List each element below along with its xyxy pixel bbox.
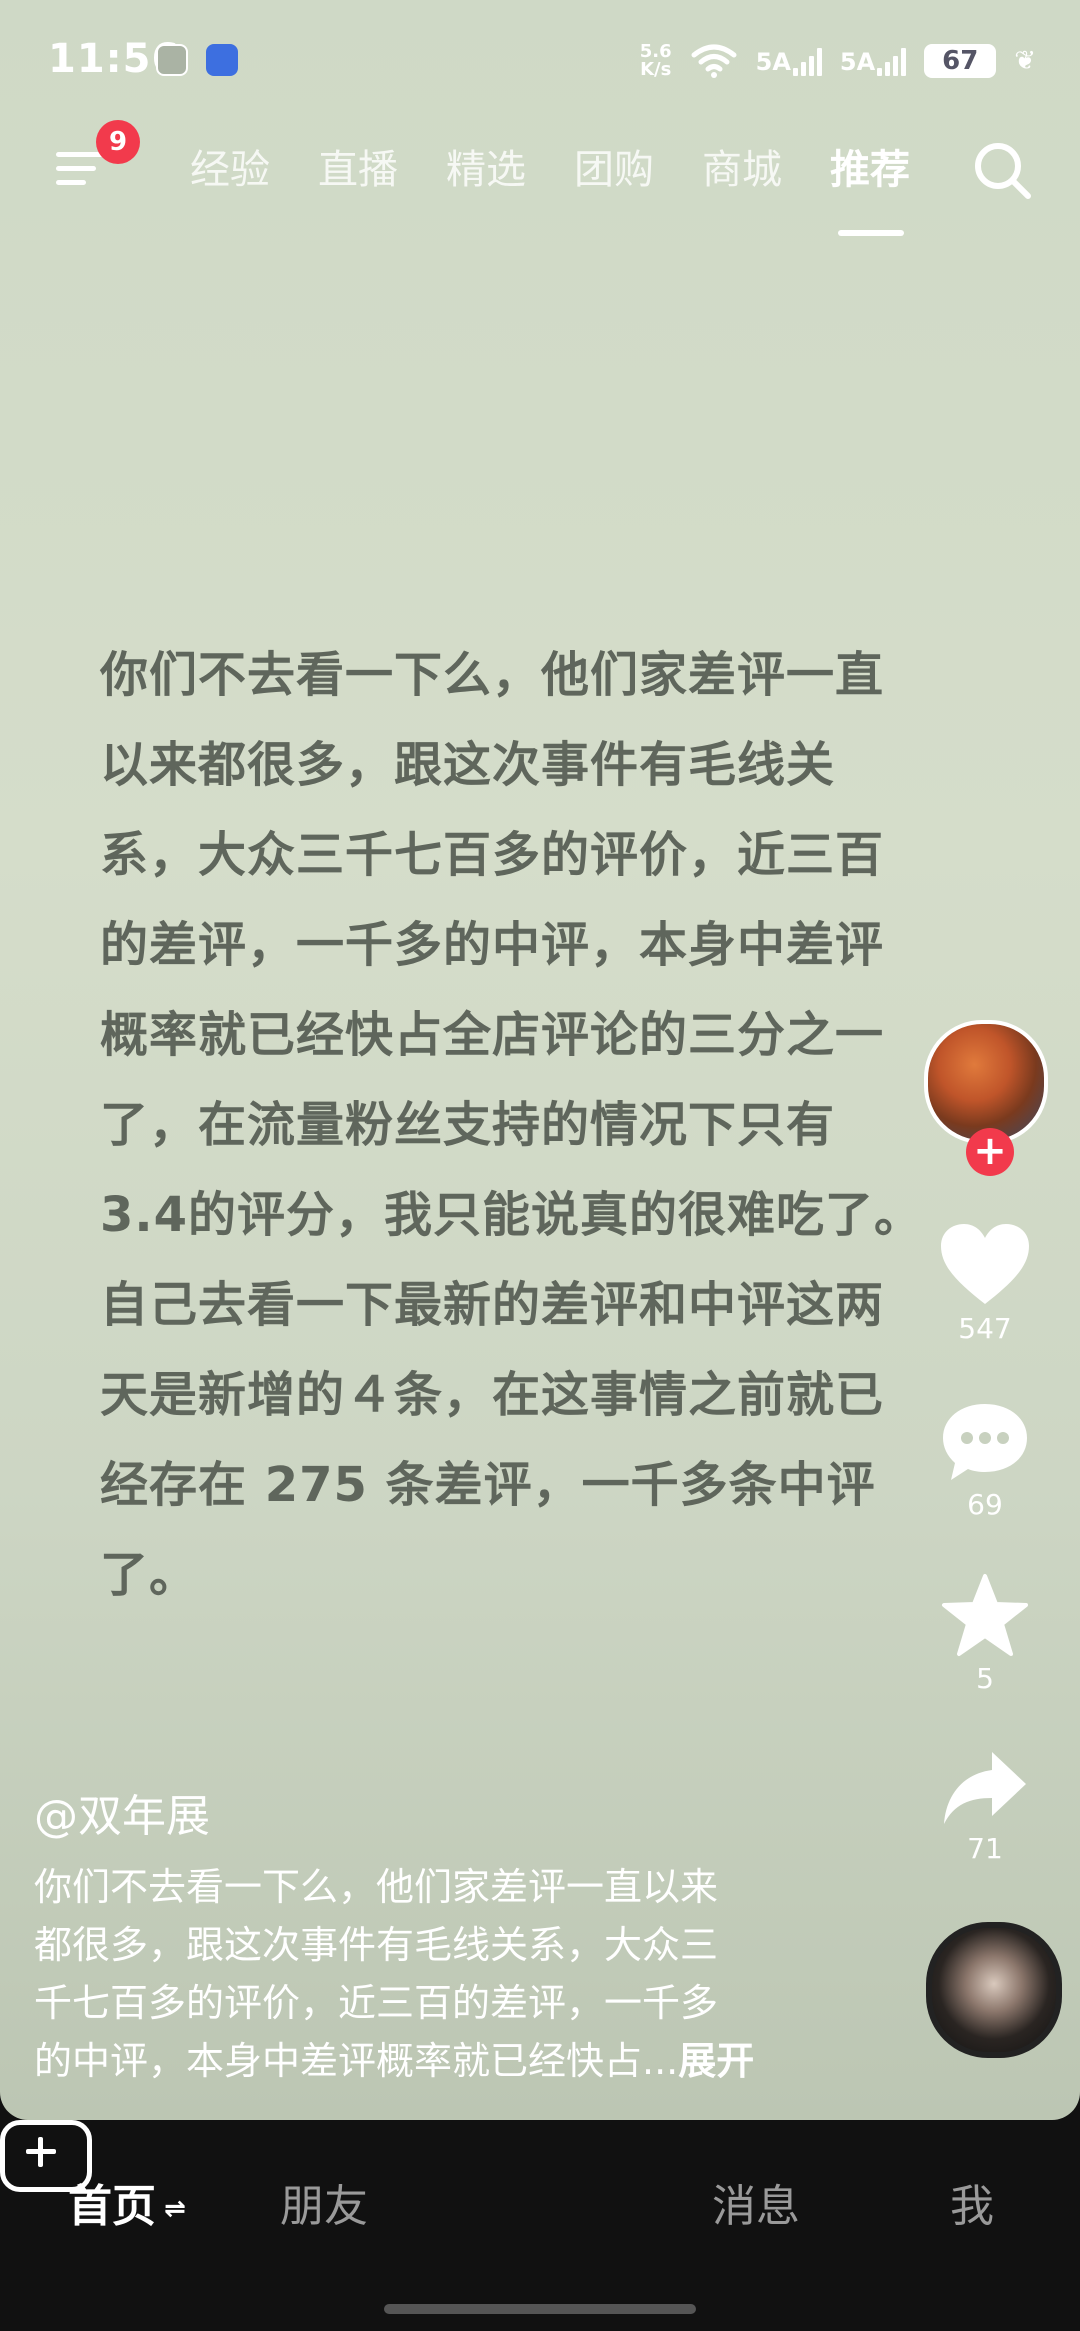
share-button[interactable]: 71 [910, 1748, 1060, 1865]
comment-icon [943, 1404, 1027, 1480]
follow-button[interactable]: + [966, 1128, 1014, 1176]
feed-tabs: 经验 直播 精选 团购 商城 推荐 [190, 140, 958, 236]
music-disc-avatar[interactable] [926, 1922, 1062, 2058]
status-right: 5.6 K/s 5A 5A 67 ❦ [640, 36, 1036, 86]
tab-live[interactable]: 直播 [318, 140, 446, 200]
favorite-count: 5 [976, 1662, 994, 1695]
text-line: 以来都很多，跟这次事件有毛线关 [100, 737, 836, 793]
share-count: 71 [967, 1832, 1003, 1865]
like-count: 547 [958, 1312, 1012, 1345]
author-name[interactable]: @双年展 [34, 1780, 210, 1844]
comment-count: 69 [967, 1488, 1003, 1521]
share-icon [944, 1752, 1026, 1824]
star-icon [942, 1574, 1028, 1656]
signal-sim1: 5A [756, 46, 822, 76]
text-line: 的差评，一千多的中评，本身中差评 [100, 917, 885, 973]
tab-featured[interactable]: 精选 [446, 140, 574, 200]
text-line: 了，在流量粉丝支持的情况下只有 [100, 1097, 836, 1153]
tab-recommend[interactable]: 推荐 [830, 140, 958, 236]
comment-button[interactable]: 69 [910, 1400, 1060, 1521]
caption-line: 你们不去看一下么，他们家差评一直以来 [34, 1865, 719, 1909]
bottom-nav: 首页 ⇌ 朋友 消息 我 [0, 2120, 1080, 2331]
text-line: 你们不去看一下么，他们家差评一直 [100, 647, 885, 703]
net-speed: 5.6 K/s [639, 41, 672, 80]
text-line: 系，大众三千七百多的评价，近三百 [100, 827, 885, 883]
signal-sim2: 5A [840, 46, 907, 76]
signal-bars-icon [792, 46, 822, 76]
app-notification-icon [156, 44, 188, 76]
caption-line: 千七百多的评价，近三百的差评，一千多 [34, 1981, 719, 2025]
tab-experience[interactable]: 经验 [190, 140, 318, 200]
text-line: 概率就已经快占全店评论的三分之一 [100, 1007, 885, 1063]
leaf-icon: ❦ [1014, 46, 1036, 76]
video-text-content: 你们不去看一下么，他们家差评一直 以来都很多，跟这次事件有毛线关 系，大众三千七… [100, 630, 960, 1620]
avatar[interactable] [924, 1020, 1048, 1144]
tab-group-buy[interactable]: 团购 [574, 140, 702, 200]
like-button[interactable]: 547 [910, 1220, 1060, 1345]
signal-bars-icon-2 [877, 46, 907, 76]
text-line: 3.4的评分，我只能说真的很难吃了。 [100, 1187, 924, 1243]
app-notification-icon-2 [206, 44, 238, 76]
caption-line: 的中评，本身中差评概率就已经快占...展开 [34, 2039, 755, 2083]
wifi-icon [691, 44, 737, 78]
notification-badge: 9 [96, 120, 140, 164]
nav-friends[interactable]: 朋友 [280, 2170, 368, 2234]
heart-icon [941, 1224, 1029, 1304]
favorite-button[interactable]: 5 [910, 1572, 1060, 1695]
tab-mall[interactable]: 商城 [702, 140, 830, 200]
text-line: 经存在 275 条差评，一千多条中评了。 [100, 1457, 876, 1603]
caption-line: 都很多，跟这次事件有毛线关系，大众三 [34, 1923, 719, 1967]
battery-indicator: 67 [924, 44, 997, 78]
top-nav: 9 经验 直播 精选 团购 商城 推荐 [0, 120, 1080, 236]
home-indicator[interactable] [384, 2304, 696, 2314]
author-avatar[interactable]: + [924, 1020, 1048, 1176]
swap-icon: ⇌ [164, 2194, 186, 2224]
status-bar: 11:56 5.6 K/s 5A 5A 67 ❦ [0, 0, 1080, 120]
text-line: 自己去看一下最新的差评和中评这两 [100, 1277, 885, 1333]
text-line: 天是新增的４条，在这事情之前就已 [100, 1367, 885, 1423]
video-screen[interactable]: 11:56 5.6 K/s 5A 5A 67 ❦ 9 经验 直播 精选 团购 商… [0, 0, 1080, 2120]
video-caption: 你们不去看一下么，他们家差评一直以来 都很多，跟这次事件有毛线关系，大众三 千七… [34, 1858, 854, 2090]
expand-link[interactable]: 展开 [678, 2039, 754, 2083]
search-icon[interactable] [970, 138, 1036, 204]
nav-messages[interactable]: 消息 [712, 2170, 800, 2234]
nav-home[interactable]: 首页 ⇌ [68, 2170, 186, 2234]
nav-me[interactable]: 我 [950, 2170, 994, 2234]
